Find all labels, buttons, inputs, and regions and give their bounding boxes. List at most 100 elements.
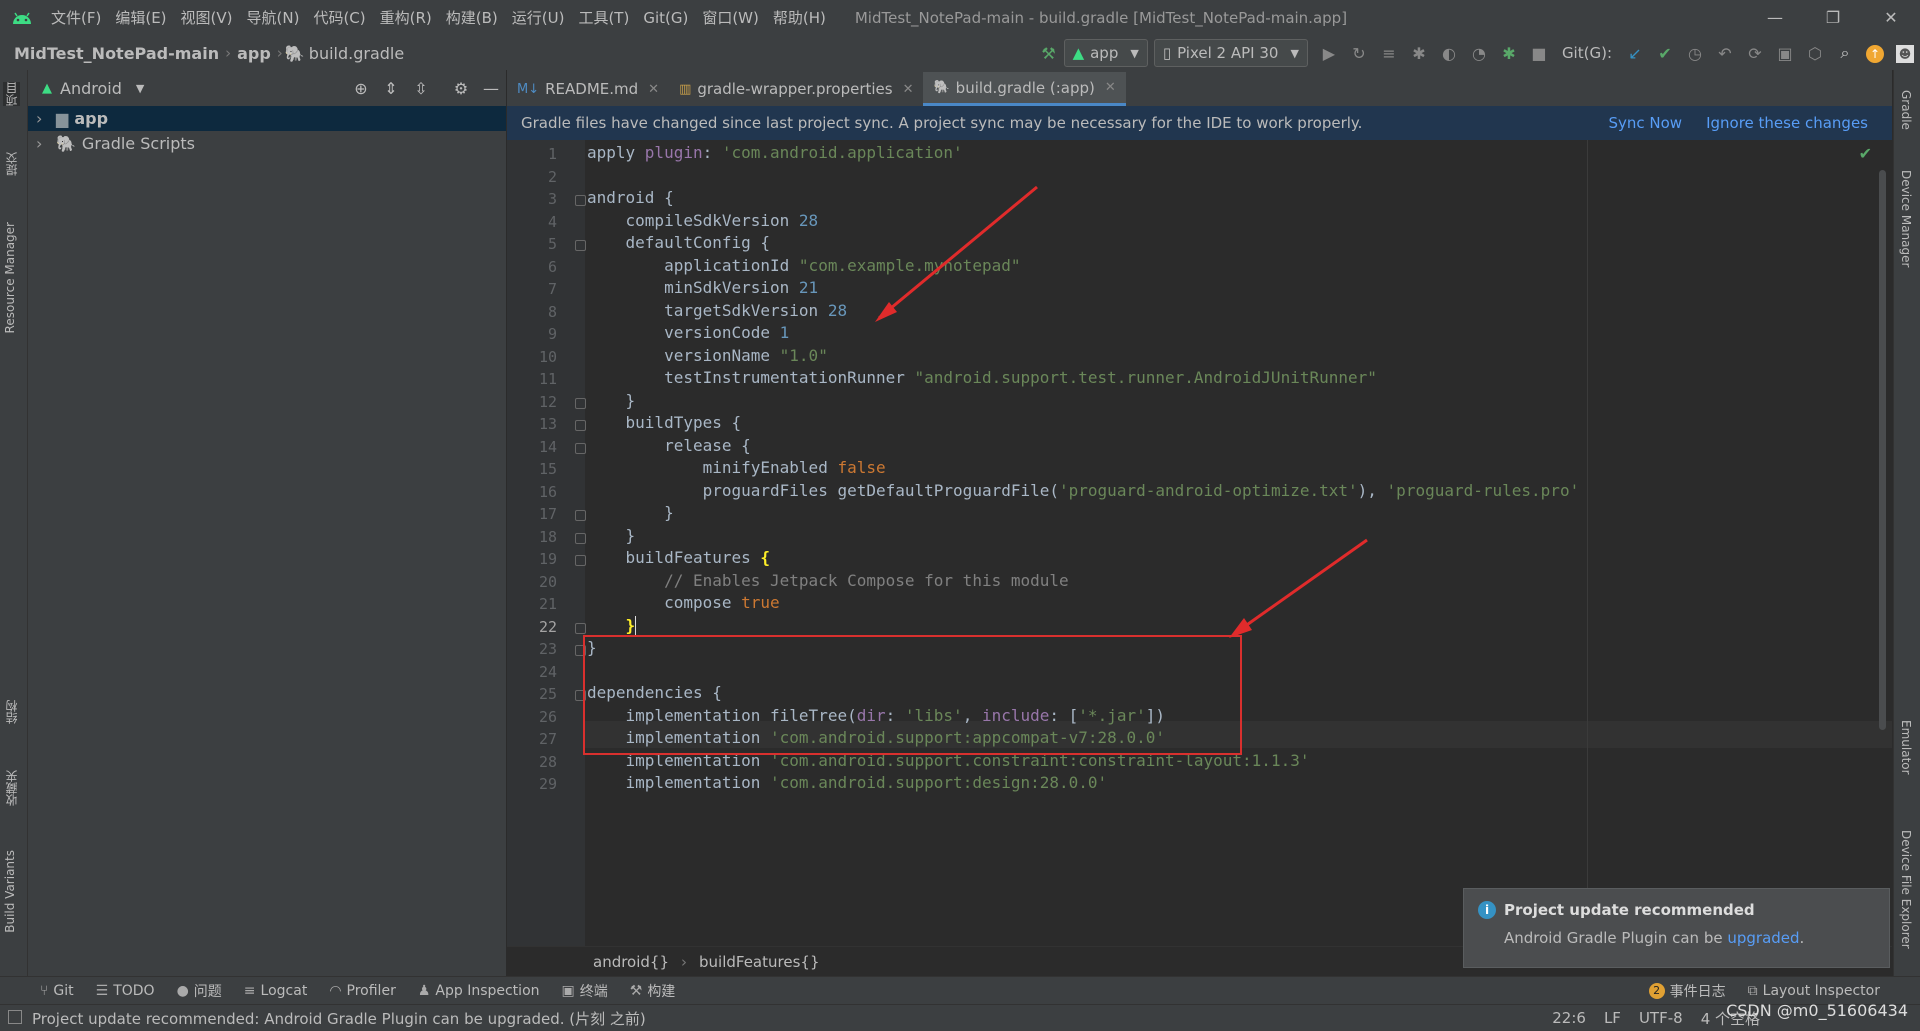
tool-profiler[interactable]: ◠ Profiler (329, 983, 396, 999)
apply-changes-icon[interactable]: ↻ (1344, 44, 1374, 63)
close-icon[interactable]: ✕ (903, 82, 914, 97)
menu-help[interactable]: 帮助(H) (766, 0, 833, 36)
menu-navigate[interactable]: 导航(N) (240, 0, 307, 36)
tool-logcat[interactable]: ≡ Logcat (244, 983, 308, 999)
tool-problems-label: 问题 (193, 984, 222, 1000)
ignore-changes-link[interactable]: Ignore these changes (1706, 114, 1868, 132)
inspection-ok-icon[interactable]: ✔ (1859, 144, 1872, 163)
tool-build-variants[interactable]: Build Variants (3, 850, 17, 933)
tab-readme[interactable]: M↓ README.md ✕ (507, 72, 669, 106)
folder-icon: ▆ (56, 109, 69, 128)
tool-todo[interactable]: ☰ TODO (96, 983, 155, 999)
upgraded-link[interactable]: upgraded (1727, 929, 1799, 947)
tool-event-log-label: 事件日志 (1669, 984, 1726, 1000)
code-editor[interactable]: 1 2 3 4 5 6 7 8 9 10 11 12 13 14 15 16 17 18 19 20 21 22 23 24 2… (507, 140, 1892, 946)
close-icon[interactable]: ✕ (648, 82, 659, 97)
tool-build[interactable]: ⚒ 构建 (630, 981, 676, 1001)
crumb-android[interactable]: android{} (593, 953, 669, 971)
tool-app-inspection-label: App Inspection (435, 983, 540, 999)
collapse-all-icon[interactable]: ⇳ (406, 79, 436, 98)
profile-icon[interactable]: ◔ (1464, 44, 1494, 63)
run-config-select[interactable]: ▲ app ▼ (1063, 39, 1148, 67)
git-rollback-icon[interactable]: ↶ (1710, 44, 1740, 63)
tool-device-file-explorer[interactable]: Device File Explorer (1899, 830, 1913, 949)
menu-build[interactable]: 构建(B) (439, 0, 505, 36)
hammer-build-icon[interactable]: ⚒ (1034, 44, 1064, 63)
gradle-elephant-icon: 🐘 (284, 43, 305, 63)
sync-gradle-icon[interactable]: ⟳ (1740, 44, 1770, 63)
menu-code[interactable]: 代码(C) (306, 0, 372, 36)
logcat-icon: ≡ (243, 983, 256, 999)
git-update-icon[interactable]: ↙ (1620, 44, 1650, 63)
editor-scrollbar[interactable] (1879, 170, 1886, 730)
tab-build-gradle-app[interactable]: 🐘 build.gradle (:app) ✕ (923, 72, 1126, 106)
status-checkbox-icon[interactable] (8, 1010, 22, 1024)
crumb-buildfeatures[interactable]: buildFeatures{} (699, 953, 819, 971)
close-icon[interactable]: ✕ (1862, 0, 1920, 36)
file-encoding[interactable]: UTF-8 (1639, 1009, 1683, 1027)
menu-file[interactable]: 文件(F) (44, 0, 108, 36)
menu-view[interactable]: 视图(V) (174, 0, 240, 36)
tool-emulator[interactable]: Emulator (1899, 720, 1913, 775)
coverage-icon[interactable]: ◐ (1434, 44, 1464, 63)
menu-edit[interactable]: 编辑(E) (108, 0, 173, 36)
tool-favorites[interactable]: 收藏夹 (3, 770, 20, 806)
tool-device-manager[interactable]: Device Manager (1899, 170, 1913, 267)
tab-gradle-wrapper[interactable]: ▥ gradle-wrapper.properties ✕ (669, 72, 923, 106)
avatar-icon[interactable]: ☻ (1890, 43, 1920, 63)
restore-icon[interactable]: ❐ (1804, 0, 1862, 36)
menu-tools[interactable]: 工具(T) (571, 0, 636, 36)
run-icon[interactable]: ▶ (1314, 44, 1344, 63)
menu-run[interactable]: 运行(U) (505, 0, 572, 36)
window-title: MidTest_NotePad-main - build.gradle [Mid… (854, 9, 1348, 27)
gear-icon[interactable]: ⚙ (446, 79, 476, 98)
tool-gradle[interactable]: Gradle (1899, 90, 1913, 130)
tool-profiler-label: Profiler (346, 983, 396, 999)
attach-debugger-icon[interactable]: ✱ (1494, 44, 1524, 63)
search-icon[interactable]: ⌕ (1830, 43, 1860, 63)
android-studio-logo-icon (0, 11, 44, 25)
chevron-down-icon[interactable]: ▼ (136, 82, 144, 95)
tool-layout-inspector[interactable]: ⧉ Layout Inspector (1748, 983, 1880, 999)
git-history-icon[interactable]: ◷ (1680, 44, 1710, 63)
update-icon[interactable]: ↑ (1860, 43, 1890, 63)
breadcrumb-file[interactable]: build.gradle (305, 44, 408, 63)
breadcrumb-module[interactable]: app (233, 44, 275, 63)
tool-app-inspection[interactable]: ♟ App Inspection (418, 983, 540, 999)
tool-git[interactable]: ⑂ Git (40, 983, 74, 999)
tool-terminal[interactable]: ▣ 终端 (562, 981, 608, 1001)
chevron-right-icon[interactable]: › (36, 134, 56, 153)
tree-item-app[interactable]: › ▆ app (28, 106, 506, 131)
device-manager-icon[interactable]: ▣ (1770, 44, 1800, 63)
git-commit-icon[interactable]: ✔ (1650, 44, 1680, 63)
menu-refactor[interactable]: 重构(R) (373, 0, 439, 36)
expand-all-icon[interactable]: ⇕ (376, 79, 406, 98)
menu-window[interactable]: 窗口(W) (695, 0, 766, 36)
status-message[interactable]: Project update recommended: Android Grad… (0, 1008, 646, 1029)
locate-icon[interactable]: ⊕ (346, 79, 376, 98)
minimize-icon[interactable]: — (1746, 0, 1804, 36)
device-select[interactable]: ▯ Pixel 2 API 30 ▼ (1153, 39, 1308, 67)
menu-git[interactable]: Git(G) (636, 0, 695, 36)
sdk-manager-icon[interactable]: ⬡ (1800, 44, 1830, 63)
tool-commit[interactable]: 提交 (3, 152, 20, 176)
stop-icon[interactable]: ■ (1524, 44, 1554, 63)
tree-item-gradle-scripts[interactable]: › 🐘 Gradle Scripts (28, 131, 506, 156)
line-separator[interactable]: LF (1604, 1009, 1621, 1027)
apply-code-changes-icon[interactable]: ≡ (1374, 44, 1404, 63)
sync-now-link[interactable]: Sync Now (1608, 114, 1682, 132)
debug-icon[interactable]: ✱ (1404, 44, 1434, 63)
info-icon: i (1478, 901, 1496, 919)
editor-tabs: M↓ README.md ✕ ▥ gradle-wrapper.propertie… (507, 70, 1892, 106)
tool-problems[interactable]: ● 问题 (177, 981, 222, 1001)
tool-event-log[interactable]: 2 事件日志 (1648, 981, 1726, 1001)
project-view-select[interactable]: Android (60, 79, 122, 98)
breadcrumb-project[interactable]: MidTest_NotePad-main (10, 44, 223, 63)
caret-position[interactable]: 22:6 (1552, 1009, 1586, 1027)
hide-icon[interactable]: — (476, 79, 506, 98)
tool-project[interactable]: 项目 (3, 82, 20, 106)
close-icon[interactable]: ✕ (1105, 80, 1116, 95)
chevron-right-icon[interactable]: › (36, 109, 56, 128)
tool-structure[interactable]: 结构 (3, 700, 20, 724)
tool-resource-manager[interactable]: Resource Manager (3, 222, 17, 333)
